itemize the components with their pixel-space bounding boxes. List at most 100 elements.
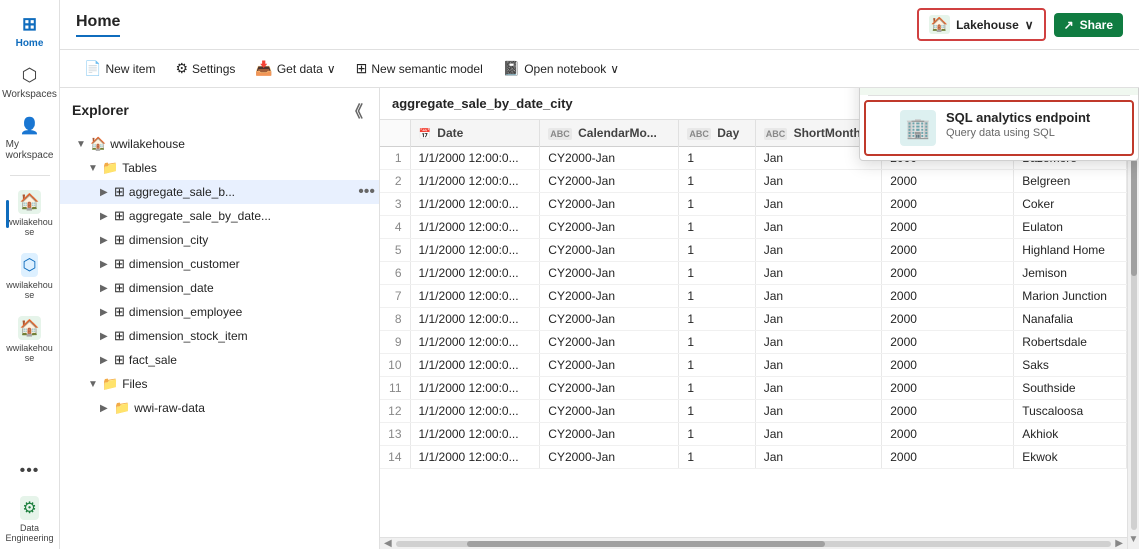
cell-r8-c6: Robertsdale [1014,331,1127,354]
new-item-button[interactable]: 📄 New item [76,56,163,81]
nav-workspaces[interactable]: ⬡ Workspaces [4,59,56,106]
lakehouse-button[interactable]: 🏠 Lakehouse ∨ [917,8,1046,41]
lakehouse-dropdown: ✓ 🏠 Lakehouse Explore your data files an… [859,88,1139,161]
notebook-icon: 📓 [503,60,520,77]
table-chevron-4: ▶ [100,283,112,294]
table-container[interactable]: 📅 Date ABC CalendarMo... ABC [380,120,1127,537]
table-row: 111/1/2000 12:00:0...CY2000-Jan1Jan2000S… [380,377,1127,400]
cell-r8-c1: 1/1/2000 12:00:0... [410,331,540,354]
dropdown-sql-item[interactable]: 🏢 SQL analytics endpoint Query data usin… [866,102,1132,154]
explorer-title: Explorer [72,102,129,118]
cell-r11-c1: 1/1/2000 12:00:0... [410,400,540,423]
v-scroll-track[interactable] [1131,139,1137,530]
lakehouse-icon-2: ⬡ [21,253,39,277]
new-semantic-model-button[interactable]: ⊞ New semantic model [348,56,491,81]
row-num-cell: 10 [380,354,410,377]
vertical-scrollbar[interactable]: ▲ ▼ [1127,120,1139,549]
cell-r4-c2: CY2000-Jan [540,239,679,262]
table-dimension-employee[interactable]: ▶ ⊞ dimension_employee [60,300,379,324]
files-folder[interactable]: ▼ 📁 Files [60,372,379,396]
cell-r9-c1: 1/1/2000 12:00:0... [410,354,540,377]
new-item-label: New item [105,62,155,76]
table-name-3: dimension_customer [129,257,375,271]
nav-wwilakehouse-2[interactable]: ⬡ wwilakehou se [4,247,56,306]
scroll-left-arrow[interactable]: ◀ [384,538,392,549]
cell-r2-c2: CY2000-Jan [540,193,679,216]
cell-r11-c5: 2000 [882,400,1014,423]
toolbar: 📄 New item ⚙ Settings 📥 Get data ∨ ⊞ New… [60,50,1139,88]
h-scroll-thumb [467,541,825,547]
cell-r5-c5: 2000 [882,262,1014,285]
nav-more[interactable]: ••• [4,456,56,486]
table-icon-1: ⊞ [114,208,125,224]
table-icon-5: ⊞ [114,304,125,320]
nav-divider-1 [10,175,50,176]
table-row: 71/1/2000 12:00:0...CY2000-Jan1Jan2000Ma… [380,285,1127,308]
calmo-col-icon: ABC [548,128,572,140]
semantic-model-icon: ⊞ [356,60,368,77]
new-semantic-model-label: New semantic model [371,62,482,76]
table-dimension-customer[interactable]: ▶ ⊞ dimension_customer [60,252,379,276]
table-dimension-date[interactable]: ▶ ⊞ dimension_date [60,276,379,300]
cell-r13-c6: Ekwok [1014,446,1127,469]
cell-r5-c4: Jan [755,262,882,285]
workspace-root[interactable]: ▼ 🏠 wwilakehouse [60,132,379,156]
table-dimension-city[interactable]: ▶ ⊞ dimension_city [60,228,379,252]
nav-wwilakehouse-1[interactable]: 🏠 wwilakehou se [4,184,56,243]
table-fact-sale[interactable]: ▶ ⊞ fact_sale [60,348,379,372]
nav-wwilakehouse-3[interactable]: 🏠 wwilakehou se [4,310,56,369]
file-icon-0: 📁 [114,400,130,416]
table-icon-3: ⊞ [114,256,125,272]
table-aggregate-sale-b[interactable]: ▶ ⊞ aggregate_sale_b... ••• [60,180,379,204]
data-area: ✓ 🏠 Lakehouse Explore your data files an… [380,88,1139,549]
cell-r10-c6: Southside [1014,377,1127,400]
cell-r9-c5: 2000 [882,354,1014,377]
table-icon-7: ⊞ [114,352,125,368]
share-button[interactable]: ↗ Share [1054,13,1123,37]
active-indicator [6,200,9,228]
table-chevron-3: ▶ [100,259,112,270]
v-scroll-thumb [1131,159,1137,276]
table-chevron-6: ▶ [100,331,112,342]
open-notebook-button[interactable]: 📓 Open notebook ∨ [495,56,627,81]
cell-r1-c3: 1 [679,170,755,193]
cell-r10-c5: 2000 [882,377,1014,400]
sql-item-title: SQL analytics endpoint [946,110,1090,125]
get-data-button[interactable]: 📥 Get data ∨ [247,56,343,81]
row-num-cell: 13 [380,423,410,446]
table-name-6: dimension_stock_item [129,329,375,343]
cell-r5-c1: 1/1/2000 12:00:0... [410,262,540,285]
file-wwi-raw-data[interactable]: ▶ 📁 wwi-raw-data [60,396,379,420]
cell-r7-c4: Jan [755,308,882,331]
table-dimension-stock-item[interactable]: ▶ ⊞ dimension_stock_item [60,324,379,348]
cell-r2-c3: 1 [679,193,755,216]
cell-r10-c3: 1 [679,377,755,400]
scroll-right-arrow[interactable]: ▶ [1115,538,1123,549]
files-chevron: ▼ [88,379,100,390]
body-area: Explorer 《 ▼ 🏠 wwilakehouse ▼ 📁 Tables [60,88,1139,549]
tables-folder[interactable]: ▼ 📁 Tables [60,156,379,180]
get-data-icon: 📥 [255,60,272,77]
settings-button[interactable]: ⚙ Settings [167,56,243,81]
data-eng-icon: ⚙ [20,496,38,520]
share-icon: ↗ [1064,18,1074,32]
dropdown-lakehouse-item[interactable]: ✓ 🏠 Lakehouse Explore your data files an… [860,88,1138,95]
table-row: 61/1/2000 12:00:0...CY2000-Jan1Jan2000Je… [380,262,1127,285]
cell-r2-c6: Coker [1014,193,1127,216]
col-name-calendarmo: CalendarMo... [578,126,657,140]
nav-my-workspace[interactable]: 👤 My workspace [4,110,56,167]
cell-r9-c2: CY2000-Jan [540,354,679,377]
nav-data-engineering[interactable]: ⚙ Data Engineering [4,490,56,549]
cell-r4-c3: 1 [679,239,755,262]
scroll-down-arrow[interactable]: ▼ [1129,534,1139,545]
row-num-cell: 3 [380,193,410,216]
table-actions-0[interactable]: ••• [358,183,375,201]
collapse-explorer-button[interactable]: 《 [343,96,367,124]
table-aggregate-sale-by-date[interactable]: ▶ ⊞ aggregate_sale_by_date... [60,204,379,228]
table-row: 91/1/2000 12:00:0...CY2000-Jan1Jan2000Ro… [380,331,1127,354]
horizontal-scrollbar[interactable]: ◀ ▶ [380,537,1127,549]
workspace-icon: 🏠 [90,136,106,152]
nav-home[interactable]: ⊞ Home [4,8,56,55]
h-scroll-track[interactable] [396,541,1112,547]
table-row: 121/1/2000 12:00:0...CY2000-Jan1Jan2000T… [380,400,1127,423]
